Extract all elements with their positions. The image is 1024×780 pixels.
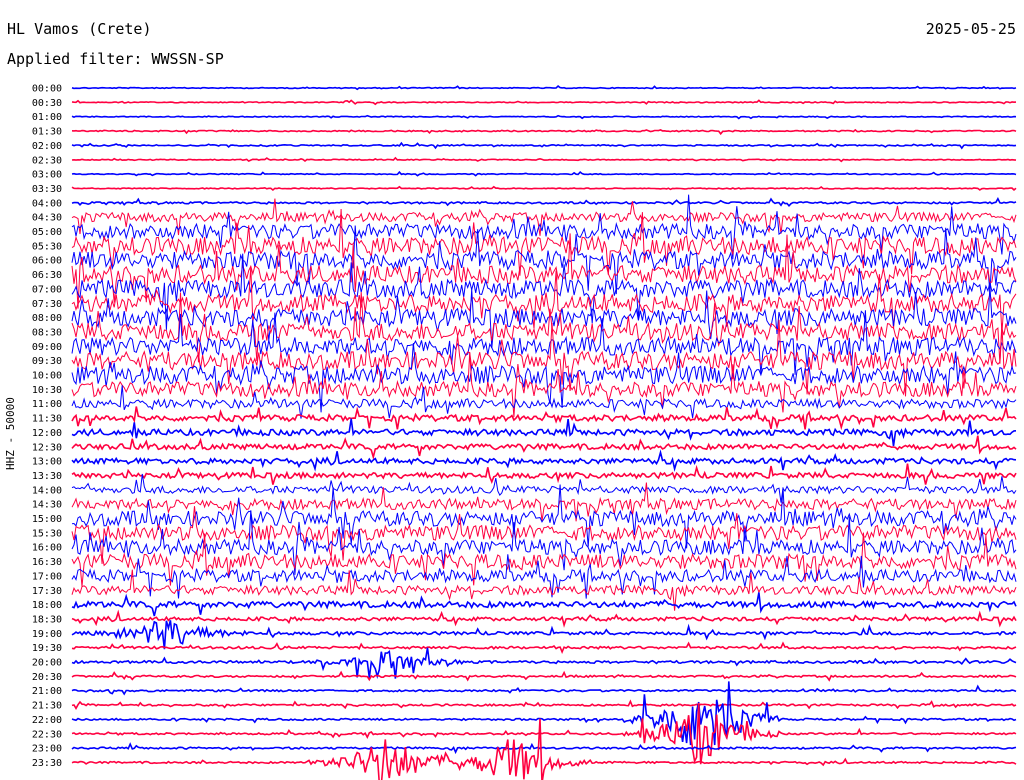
time-label: 18:30 — [32, 614, 62, 625]
time-label: 08:30 — [32, 327, 62, 338]
trace-line — [71, 343, 1017, 413]
time-label: 20:30 — [32, 672, 62, 683]
time-label: 08:00 — [32, 313, 62, 324]
time-label: 03:30 — [32, 184, 62, 195]
time-label: 19:00 — [32, 629, 62, 640]
trace-line — [71, 609, 1017, 628]
time-label: 22:30 — [32, 729, 62, 740]
time-label: 13:30 — [32, 471, 62, 482]
time-label: 00:30 — [32, 98, 62, 109]
time-label: 23:30 — [32, 758, 62, 769]
time-label: 17:00 — [32, 571, 62, 582]
trace-line — [71, 128, 1017, 136]
time-label: 18:00 — [32, 600, 62, 611]
time-label: 07:00 — [32, 284, 62, 295]
time-label: 05:30 — [32, 241, 62, 252]
time-label: 11:00 — [32, 399, 62, 410]
trace-line — [71, 473, 1017, 503]
time-label: 16:30 — [32, 557, 62, 568]
time-label: 01:00 — [32, 112, 62, 123]
trace-line — [71, 85, 1017, 91]
trace-line — [71, 684, 1017, 696]
trace-line — [71, 702, 1017, 765]
trace-line — [71, 620, 1017, 650]
time-label: 00:00 — [32, 84, 62, 95]
time-label-group: 00:00 00:30 01:00 01:30 02:00 02:30 03:00 03:30… — [32, 84, 62, 769]
time-label: 02:00 — [32, 141, 62, 152]
time-label: 23:00 — [32, 744, 62, 755]
time-label: 05:00 — [32, 227, 62, 238]
time-label: 09:30 — [32, 356, 62, 367]
trace-line — [71, 463, 1017, 485]
time-label: 02:30 — [32, 155, 62, 166]
time-label: 12:00 — [32, 428, 62, 439]
trace-line — [71, 482, 1017, 522]
time-label: 17:30 — [32, 586, 62, 597]
time-label: 04:30 — [32, 213, 62, 224]
time-label: 19:30 — [32, 643, 62, 654]
time-label: 11:30 — [32, 414, 62, 425]
time-label: 15:30 — [32, 528, 62, 539]
time-label: 21:00 — [32, 686, 62, 697]
trace-line — [71, 141, 1017, 150]
time-label: 20:00 — [32, 658, 62, 669]
trace-line — [71, 185, 1017, 192]
time-label: 07:30 — [32, 299, 62, 310]
time-label: 14:00 — [32, 485, 62, 496]
time-label: 06:00 — [32, 256, 62, 267]
trace-line — [71, 484, 1017, 549]
trace-line — [71, 319, 1017, 397]
trace-line — [71, 156, 1017, 163]
trace-line — [71, 592, 1017, 617]
trace-line — [71, 506, 1017, 564]
trace-line — [71, 286, 1017, 349]
trace-line — [71, 670, 1017, 682]
trace-line — [71, 435, 1017, 461]
time-label: 15:00 — [32, 514, 62, 525]
time-label: 04:00 — [32, 198, 62, 209]
time-label: 03:00 — [32, 170, 62, 181]
helicorder-plot: 00:00 00:30 01:00 01:30 02:00 02:30 03:00 03:30… — [32, 84, 1017, 780]
trace-line — [71, 647, 1017, 680]
time-label: 12:30 — [32, 442, 62, 453]
time-label: 10:30 — [32, 385, 62, 396]
trace-line — [71, 641, 1017, 654]
time-label: 22:00 — [32, 715, 62, 726]
trace-line — [71, 196, 1017, 208]
time-label: 06:30 — [32, 270, 62, 281]
time-label: 13:00 — [32, 457, 62, 468]
time-label: 10:00 — [32, 371, 62, 382]
time-label: 21:30 — [32, 701, 62, 712]
time-label: 16:00 — [32, 543, 62, 554]
trace-line — [71, 99, 1017, 106]
trace-line — [71, 532, 1017, 587]
trace-line — [71, 699, 1017, 711]
time-label: 14:30 — [32, 500, 62, 511]
time-label: 01:30 — [32, 127, 62, 138]
trace-line — [71, 170, 1017, 177]
trace-line — [71, 449, 1017, 472]
trace-line — [71, 742, 1017, 755]
trace-line — [71, 406, 1017, 431]
trace-group — [71, 85, 1017, 780]
time-label: 09:00 — [32, 342, 62, 353]
trace-line — [71, 114, 1017, 120]
trace-line — [71, 292, 1017, 364]
trace-line — [71, 233, 1017, 309]
